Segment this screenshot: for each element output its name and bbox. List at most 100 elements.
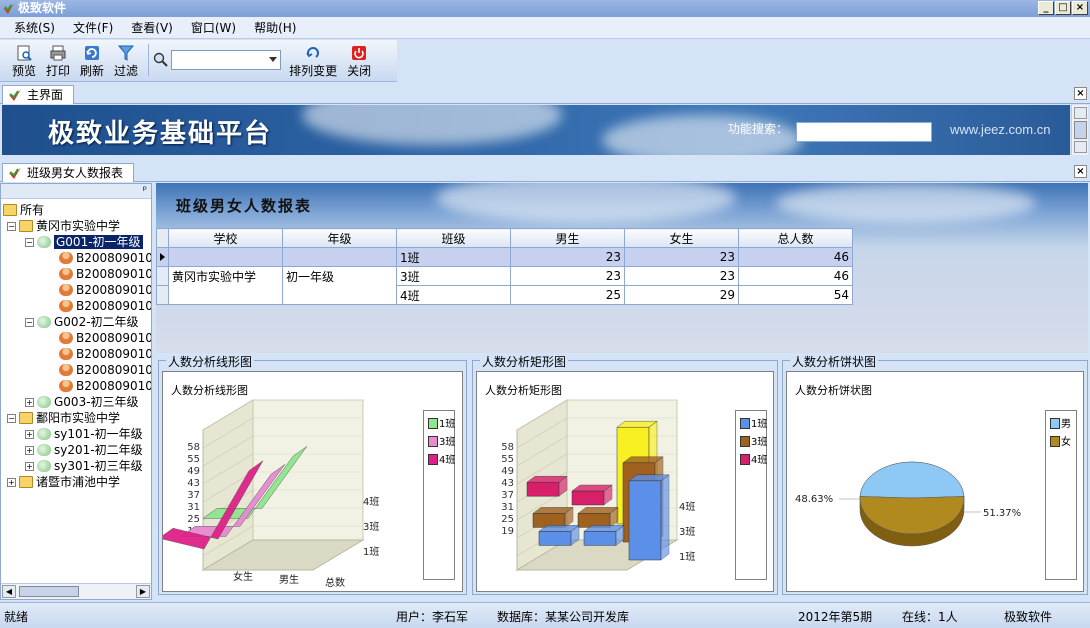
tree-node-class[interactable]: B2008090108 — [59, 378, 151, 394]
table-cell[interactable]: 23 — [510, 247, 625, 267]
row-indicator[interactable] — [156, 285, 169, 305]
expand-icon[interactable]: + — [25, 446, 34, 455]
collapse-icon[interactable]: − — [25, 238, 34, 247]
table-cell[interactable] — [282, 285, 397, 305]
maximize-button[interactable]: □ — [1055, 1, 1071, 15]
tab-class-report[interactable]: 班级男女人数报表 — [2, 163, 135, 182]
banner-scrollbar[interactable] — [1071, 105, 1088, 155]
y-tick-label: 25 — [187, 514, 200, 525]
x-tick-label: 男生 — [279, 573, 299, 586]
tree-node-school[interactable]: − 鄱阳市实验中学 — [7, 410, 121, 426]
table-cell[interactable]: 1班 — [396, 247, 511, 267]
main-tab-close-button[interactable]: × — [1074, 87, 1087, 100]
tree-node-class[interactable]: B2008090101 — [59, 250, 151, 266]
row-indicator[interactable] — [156, 247, 169, 267]
function-search-input[interactable] — [796, 122, 932, 142]
close-button[interactable]: 关闭 — [347, 44, 371, 79]
table-cell[interactable]: 46 — [738, 266, 853, 286]
tree-node-class[interactable]: B2008090102 — [59, 266, 151, 282]
table-cell[interactable] — [168, 285, 283, 305]
search-combo[interactable] — [171, 50, 282, 70]
expand-icon[interactable]: + — [25, 462, 34, 471]
status-database: 数据库：某某公司开发库 — [497, 610, 630, 624]
tree-node-grade[interactable]: + sy301-初三年级 — [25, 458, 143, 474]
tab-main[interactable]: 主界面 — [2, 85, 75, 104]
minimize-button[interactable]: _ — [1038, 1, 1054, 15]
table-cell[interactable]: 23 — [624, 266, 739, 286]
filter-button[interactable]: 过滤 — [114, 44, 138, 79]
table-cell[interactable]: 54 — [738, 285, 853, 305]
table-cell[interactable]: 3班 — [396, 266, 511, 286]
legend-label: 男 — [1061, 419, 1071, 430]
menu-file[interactable]: 文件(F) — [73, 19, 113, 36]
column-header[interactable]: 学校 — [168, 228, 283, 248]
row-indicator[interactable] — [156, 266, 169, 286]
tree-node-grade[interactable]: − G002-初二年级 — [25, 314, 139, 330]
tree-node-label: B2008090105 — [76, 331, 151, 345]
scroll-thumb[interactable] — [19, 586, 79, 597]
pin-icon[interactable]: ᵖ — [143, 185, 147, 196]
column-header[interactable]: 女生 — [624, 228, 739, 248]
tree-node-grade[interactable]: + G003-初三年级 — [25, 394, 139, 410]
chevron-down-icon[interactable] — [269, 57, 278, 62]
column-header[interactable]: 总人数 — [738, 228, 853, 248]
scroll-right-button[interactable]: ▶ — [136, 585, 150, 598]
menu-system[interactable]: 系统(S) — [14, 19, 55, 36]
tree-node-class[interactable]: B2008090103 — [59, 282, 151, 298]
menu-window[interactable]: 窗口(W) — [191, 19, 236, 36]
table-cell[interactable]: 初一年级 — [282, 266, 397, 286]
column-header[interactable]: 班级 — [396, 228, 511, 248]
website-url[interactable]: www.jeez.com.cn — [950, 122, 1050, 137]
tree-node-grade[interactable]: + sy201-初二年级 — [25, 442, 143, 458]
tree-node-root[interactable]: 所有 — [3, 202, 44, 218]
table-cell[interactable]: 25 — [510, 285, 625, 305]
report-tab-close-button[interactable]: × — [1074, 165, 1087, 178]
window-close-button[interactable]: × — [1072, 1, 1088, 15]
scroll-thumb[interactable] — [1074, 121, 1087, 139]
table-cell[interactable]: 29 — [624, 285, 739, 305]
table-row[interactable]: 黄冈市实验中学 初一年级 3班 23 23 46 — [156, 266, 853, 286]
tree-node-class[interactable]: B2008090105 — [59, 330, 151, 346]
table-cell[interactable]: 46 — [738, 247, 853, 267]
table-cell[interactable]: 23 — [510, 266, 625, 286]
column-header[interactable]: 年级 — [282, 228, 397, 248]
tree-node-class[interactable]: B2008090107 — [59, 362, 151, 378]
tree-node-class[interactable]: B2008090106 — [59, 346, 151, 362]
expand-icon[interactable]: + — [25, 430, 34, 439]
menu-help[interactable]: 帮助(H) — [254, 19, 296, 36]
tree-node-class[interactable]: B2008090104 — [59, 298, 151, 314]
tree-node-label: sy101-初一年级 — [54, 427, 143, 441]
scroll-up-button[interactable] — [1074, 107, 1087, 119]
tree-node-label: 鄱阳市实验中学 — [36, 411, 121, 425]
main-tabstrip: 主界面 × — [0, 84, 1090, 104]
table-row[interactable]: 1班 23 23 46 — [156, 247, 853, 267]
scroll-left-button[interactable]: ◀ — [2, 585, 16, 598]
table-cell[interactable]: 黄冈市实验中学 — [168, 266, 283, 286]
tree-hscrollbar[interactable]: ◀ ▶ — [1, 583, 151, 599]
table-cell[interactable] — [282, 247, 397, 267]
table-cell[interactable]: 4班 — [396, 285, 511, 305]
expand-icon[interactable]: + — [7, 478, 16, 487]
sort-change-button[interactable]: 排列变更 — [289, 44, 337, 79]
tree-node-label: 所有 — [20, 203, 45, 217]
tree-node-grade[interactable]: − G001-初一年级 — [25, 234, 143, 250]
legend-swatch — [740, 418, 750, 429]
print-button[interactable]: 打印 — [46, 44, 70, 79]
collapse-icon[interactable]: − — [7, 222, 16, 231]
legend-label: 4班 — [751, 455, 768, 466]
tree-node-school[interactable]: + 诸暨市浦池中学 — [7, 474, 120, 490]
table-cell[interactable] — [168, 247, 283, 267]
table-row[interactable]: 4班 25 29 54 — [156, 285, 853, 305]
collapse-icon[interactable]: − — [7, 414, 16, 423]
table-cell[interactable]: 23 — [624, 247, 739, 267]
preview-button[interactable]: 预览 — [12, 44, 36, 79]
scroll-down-button[interactable] — [1074, 141, 1087, 153]
refresh-button[interactable]: 刷新 — [80, 44, 104, 79]
legend-swatch — [428, 418, 438, 429]
tree-node-school[interactable]: − 黄冈市实验中学 — [7, 218, 120, 234]
menu-view[interactable]: 查看(V) — [131, 19, 173, 36]
column-header[interactable]: 男生 — [510, 228, 625, 248]
expand-icon[interactable]: + — [25, 398, 34, 407]
collapse-icon[interactable]: − — [25, 318, 34, 327]
tree-node-grade[interactable]: + sy101-初一年级 — [25, 426, 143, 442]
